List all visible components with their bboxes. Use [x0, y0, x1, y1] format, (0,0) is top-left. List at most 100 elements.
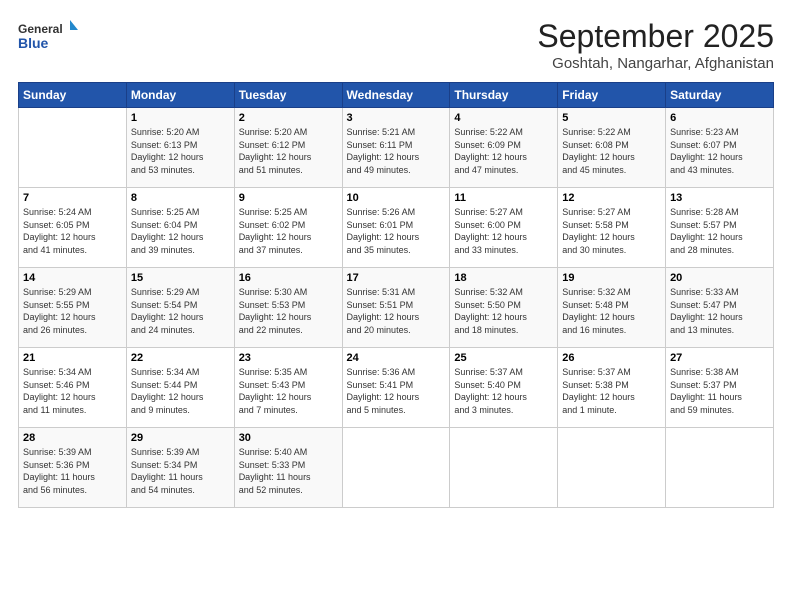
day-cell: 9 Sunrise: 5:25 AM Sunset: 6:02 PM Daylig… — [234, 188, 342, 268]
day-cell: 20 Sunrise: 5:33 AM Sunset: 5:47 PM Dayli… — [666, 268, 774, 348]
day-number: 3 — [347, 112, 446, 124]
day-detail: Sunrise: 5:24 AM Sunset: 6:05 PM Dayligh… — [23, 206, 122, 256]
day-cell: 15 Sunrise: 5:29 AM Sunset: 5:54 PM Dayli… — [126, 268, 234, 348]
day-cell: 2 Sunrise: 5:20 AM Sunset: 6:12 PM Daylig… — [234, 108, 342, 188]
day-number: 15 — [131, 272, 230, 284]
day-cell: 11 Sunrise: 5:27 AM Sunset: 6:00 PM Dayli… — [450, 188, 558, 268]
day-number: 11 — [454, 192, 553, 204]
day-number: 19 — [562, 272, 661, 284]
day-cell: 10Sunrise: 5:26 AM Sunset: 6:01 PM Dayli… — [342, 188, 450, 268]
day-detail: Sunrise: 5:20 AM Sunset: 6:13 PM Dayligh… — [131, 126, 230, 176]
day-number: 20 — [670, 272, 769, 284]
day-number: 14 — [23, 272, 122, 284]
day-detail: Sunrise: 5:28 AM Sunset: 5:57 PM Dayligh… — [670, 206, 769, 256]
day-cell: 6Sunrise: 5:23 AM Sunset: 6:07 PM Daylig… — [666, 108, 774, 188]
day-number: 13 — [670, 192, 769, 204]
col-sunday: Sunday — [19, 83, 127, 108]
subtitle: Goshtah, Nangarhar, Afghanistan — [537, 55, 774, 72]
calendar-header: Sunday Monday Tuesday Wednesday Thursday… — [19, 83, 774, 108]
day-detail: Sunrise: 5:38 AM Sunset: 5:37 PM Dayligh… — [670, 366, 769, 416]
day-detail: Sunrise: 5:39 AM Sunset: 5:36 PM Dayligh… — [23, 446, 122, 496]
day-detail: Sunrise: 5:26 AM Sunset: 6:01 PM Dayligh… — [347, 206, 446, 256]
day-number: 27 — [670, 352, 769, 364]
day-number: 25 — [454, 352, 553, 364]
logo: General Blue — [18, 18, 78, 54]
day-cell: 27 Sunrise: 5:38 AM Sunset: 5:37 PM Dayli… — [666, 348, 774, 428]
title-section: September 2025 Goshtah, Nangarhar, Afgha… — [537, 18, 774, 72]
day-detail: Sunrise: 5:25 AM Sunset: 6:02 PM Dayligh… — [239, 206, 338, 256]
day-number: 28 — [23, 432, 122, 444]
col-tuesday: Tuesday — [234, 83, 342, 108]
col-saturday: Saturday — [666, 83, 774, 108]
day-detail: Sunrise: 5:30 AM Sunset: 5:53 PM Dayligh… — [239, 286, 338, 336]
day-cell — [450, 428, 558, 508]
day-cell — [558, 428, 666, 508]
day-detail: Sunrise: 5:31 AM Sunset: 5:51 PM Dayligh… — [347, 286, 446, 336]
svg-text:General: General — [18, 22, 63, 36]
day-detail: Sunrise: 5:20 AM Sunset: 6:12 PM Dayligh… — [239, 126, 338, 176]
day-cell: 5Sunrise: 5:22 AM Sunset: 6:08 PM Daylig… — [558, 108, 666, 188]
day-number: 7 — [23, 192, 122, 204]
day-cell: 16 Sunrise: 5:30 AM Sunset: 5:53 PM Dayli… — [234, 268, 342, 348]
day-number: 5 — [562, 112, 661, 124]
day-cell: 3Sunrise: 5:21 AM Sunset: 6:11 PM Daylig… — [342, 108, 450, 188]
day-cell — [342, 428, 450, 508]
day-cell: 22 Sunrise: 5:34 AM Sunset: 5:44 PM Dayli… — [126, 348, 234, 428]
day-cell: 29Sunrise: 5:39 AM Sunset: 5:34 PM Dayli… — [126, 428, 234, 508]
day-number: 30 — [239, 432, 338, 444]
col-monday: Monday — [126, 83, 234, 108]
header-row: Sunday Monday Tuesday Wednesday Thursday… — [19, 83, 774, 108]
day-cell: 21 Sunrise: 5:34 AM Sunset: 5:46 PM Dayli… — [19, 348, 127, 428]
day-detail: Sunrise: 5:33 AM Sunset: 5:47 PM Dayligh… — [670, 286, 769, 336]
day-detail: Sunrise: 5:32 AM Sunset: 5:50 PM Dayligh… — [454, 286, 553, 336]
day-detail: Sunrise: 5:35 AM Sunset: 5:43 PM Dayligh… — [239, 366, 338, 416]
day-number: 4 — [454, 112, 553, 124]
day-number: 2 — [239, 112, 338, 124]
day-cell: 17 Sunrise: 5:31 AM Sunset: 5:51 PM Dayli… — [342, 268, 450, 348]
day-detail: Sunrise: 5:29 AM Sunset: 5:54 PM Dayligh… — [131, 286, 230, 336]
day-number: 9 — [239, 192, 338, 204]
day-cell — [666, 428, 774, 508]
day-number: 8 — [131, 192, 230, 204]
day-number: 16 — [239, 272, 338, 284]
day-detail: Sunrise: 5:37 AM Sunset: 5:38 PM Dayligh… — [562, 366, 661, 416]
day-detail: Sunrise: 5:34 AM Sunset: 5:44 PM Dayligh… — [131, 366, 230, 416]
day-detail: Sunrise: 5:27 AM Sunset: 5:58 PM Dayligh… — [562, 206, 661, 256]
week-row-2: 14 Sunrise: 5:29 AM Sunset: 5:55 PM Dayli… — [19, 268, 774, 348]
main-title: September 2025 — [537, 18, 774, 55]
day-cell: 23 Sunrise: 5:35 AM Sunset: 5:43 PM Dayli… — [234, 348, 342, 428]
day-cell: 4 Sunrise: 5:22 AM Sunset: 6:09 PM Daylig… — [450, 108, 558, 188]
col-wednesday: Wednesday — [342, 83, 450, 108]
week-row-3: 21 Sunrise: 5:34 AM Sunset: 5:46 PM Dayli… — [19, 348, 774, 428]
day-number: 24 — [347, 352, 446, 364]
day-detail: Sunrise: 5:40 AM Sunset: 5:33 PM Dayligh… — [239, 446, 338, 496]
header: General Blue September 2025 Goshtah, Nan… — [18, 18, 774, 72]
calendar-body: 1 Sunrise: 5:20 AM Sunset: 6:13 PM Daylig… — [19, 108, 774, 508]
day-cell: 12Sunrise: 5:27 AM Sunset: 5:58 PM Dayli… — [558, 188, 666, 268]
day-cell: 7 Sunrise: 5:24 AM Sunset: 6:05 PM Daylig… — [19, 188, 127, 268]
col-friday: Friday — [558, 83, 666, 108]
page: General Blue September 2025 Goshtah, Nan… — [0, 0, 792, 612]
day-detail: Sunrise: 5:29 AM Sunset: 5:55 PM Dayligh… — [23, 286, 122, 336]
day-cell: 25 Sunrise: 5:37 AM Sunset: 5:40 PM Dayli… — [450, 348, 558, 428]
day-cell: 24 Sunrise: 5:36 AM Sunset: 5:41 PM Dayli… — [342, 348, 450, 428]
day-number: 6 — [670, 112, 769, 124]
week-row-4: 28 Sunrise: 5:39 AM Sunset: 5:36 PM Dayli… — [19, 428, 774, 508]
day-number: 22 — [131, 352, 230, 364]
day-detail: Sunrise: 5:37 AM Sunset: 5:40 PM Dayligh… — [454, 366, 553, 416]
day-number: 23 — [239, 352, 338, 364]
day-detail: Sunrise: 5:34 AM Sunset: 5:46 PM Dayligh… — [23, 366, 122, 416]
day-cell: 8Sunrise: 5:25 AM Sunset: 6:04 PM Daylig… — [126, 188, 234, 268]
day-detail: Sunrise: 5:32 AM Sunset: 5:48 PM Dayligh… — [562, 286, 661, 336]
day-detail: Sunrise: 5:22 AM Sunset: 6:09 PM Dayligh… — [454, 126, 553, 176]
day-number: 21 — [23, 352, 122, 364]
day-cell: 14 Sunrise: 5:29 AM Sunset: 5:55 PM Dayli… — [19, 268, 127, 348]
calendar-table: Sunday Monday Tuesday Wednesday Thursday… — [18, 82, 774, 508]
day-detail: Sunrise: 5:27 AM Sunset: 6:00 PM Dayligh… — [454, 206, 553, 256]
day-detail: Sunrise: 5:36 AM Sunset: 5:41 PM Dayligh… — [347, 366, 446, 416]
day-number: 17 — [347, 272, 446, 284]
logo-svg: General Blue — [18, 18, 78, 54]
day-cell: 1 Sunrise: 5:20 AM Sunset: 6:13 PM Daylig… — [126, 108, 234, 188]
day-number: 1 — [131, 112, 230, 124]
day-number: 29 — [131, 432, 230, 444]
